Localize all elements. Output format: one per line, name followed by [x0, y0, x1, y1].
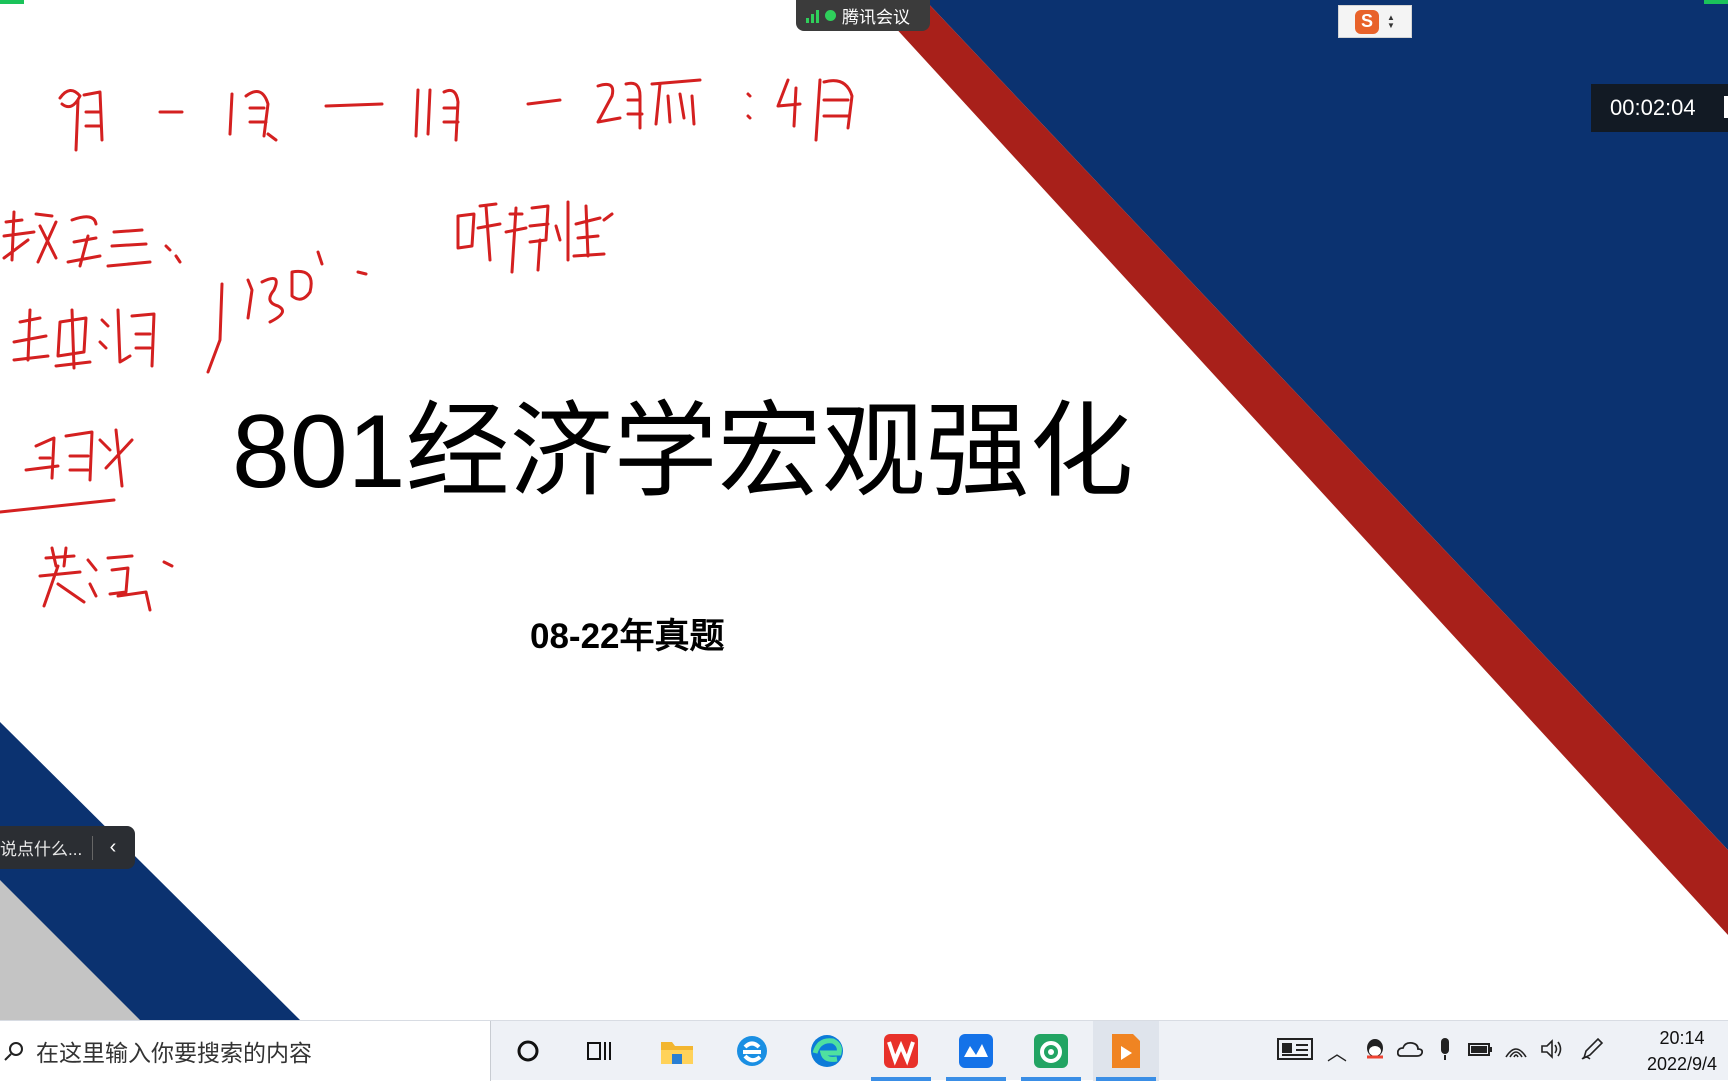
signal-strength-icon	[806, 9, 819, 23]
chat-placeholder[interactable]: 说点什么...	[0, 835, 90, 860]
chat-input-bar[interactable]: 说点什么... ‹	[0, 826, 135, 869]
qq-icon[interactable]	[1358, 1037, 1392, 1066]
cortana-icon[interactable]	[495, 1021, 561, 1081]
chevron-left-icon[interactable]: ‹	[101, 836, 125, 859]
news-widget-icon[interactable]	[1274, 1037, 1316, 1065]
timer-handle[interactable]	[1724, 96, 1728, 118]
ie-browser-icon[interactable]	[719, 1021, 785, 1081]
slide-title: 801经济学宏观强化	[232, 394, 1134, 510]
recording-corner-mark	[0, 0, 24, 4]
wifi-icon[interactable]	[1498, 1039, 1534, 1064]
clock-time: 20:14	[1659, 1028, 1705, 1048]
screen-recorder-icon[interactable]	[1018, 1021, 1084, 1081]
onedrive-icon[interactable]	[1392, 1040, 1428, 1063]
task-view-icon[interactable]	[566, 1021, 632, 1081]
system-tray: ︿	[1274, 1021, 1614, 1081]
windows-taskbar: 在这里输入你要搜索的内容 ︿ 20:14 2022/9/4	[0, 1020, 1728, 1081]
elapsed-time: 00:02:04	[1610, 95, 1696, 120]
edge-browser-icon[interactable]	[794, 1021, 860, 1081]
media-player-icon[interactable]	[1093, 1021, 1159, 1081]
presentation-slide: 801经济学宏观强化 08-22年真题	[0, 0, 1728, 1020]
taskbar-clock[interactable]: 20:14 2022/9/4	[1636, 1025, 1728, 1077]
meeting-app-name: 腾讯会议	[842, 8, 910, 27]
search-placeholder[interactable]: 在这里输入你要搜索的内容	[36, 1034, 312, 1068]
search-icon	[4, 1042, 23, 1061]
meeting-timer: 00:02:04	[1591, 84, 1728, 132]
taskbar-search-box[interactable]: 在这里输入你要搜索的内容	[0, 1021, 491, 1081]
volume-icon[interactable]	[1534, 1038, 1570, 1064]
ime-expand-icon[interactable]: ▲ ▼	[1387, 13, 1395, 30]
ime-toolbar[interactable]: S ▲ ▼	[1338, 5, 1412, 38]
chat-divider	[92, 835, 93, 860]
chevron-up-icon[interactable]: ︿	[1316, 1037, 1358, 1066]
battery-icon[interactable]	[1462, 1040, 1498, 1063]
pen-icon[interactable]	[1570, 1037, 1614, 1066]
recording-corner-mark	[1704, 0, 1728, 4]
slide-subtitle: 08-22年真题	[530, 617, 725, 656]
file-explorer-icon[interactable]	[644, 1021, 710, 1081]
connected-status-icon	[825, 10, 836, 21]
clock-date: 2022/9/4	[1646, 1054, 1718, 1074]
meeting-status-pill[interactable]: 腾讯会议	[796, 0, 930, 31]
wps-office-icon[interactable]	[868, 1021, 934, 1081]
tencent-meeting-icon[interactable]	[943, 1021, 1009, 1081]
sogou-ime-icon[interactable]: S	[1355, 9, 1380, 34]
microphone-icon[interactable]	[1428, 1037, 1462, 1066]
